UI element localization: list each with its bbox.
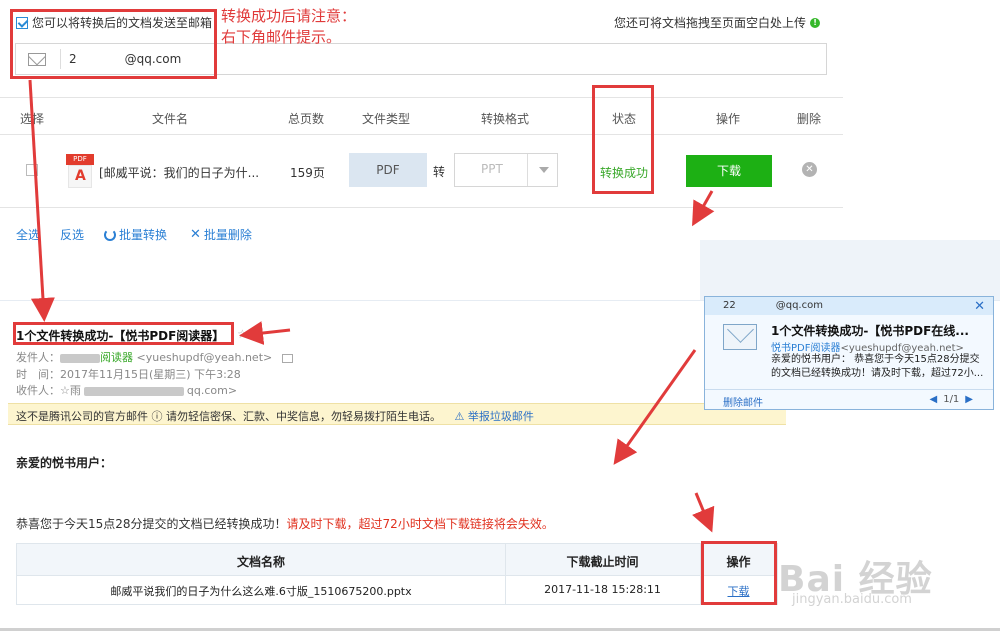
annotation-arrows: [28, 79, 715, 533]
watermark-url: jingyan.baidu.com: [792, 592, 912, 607]
